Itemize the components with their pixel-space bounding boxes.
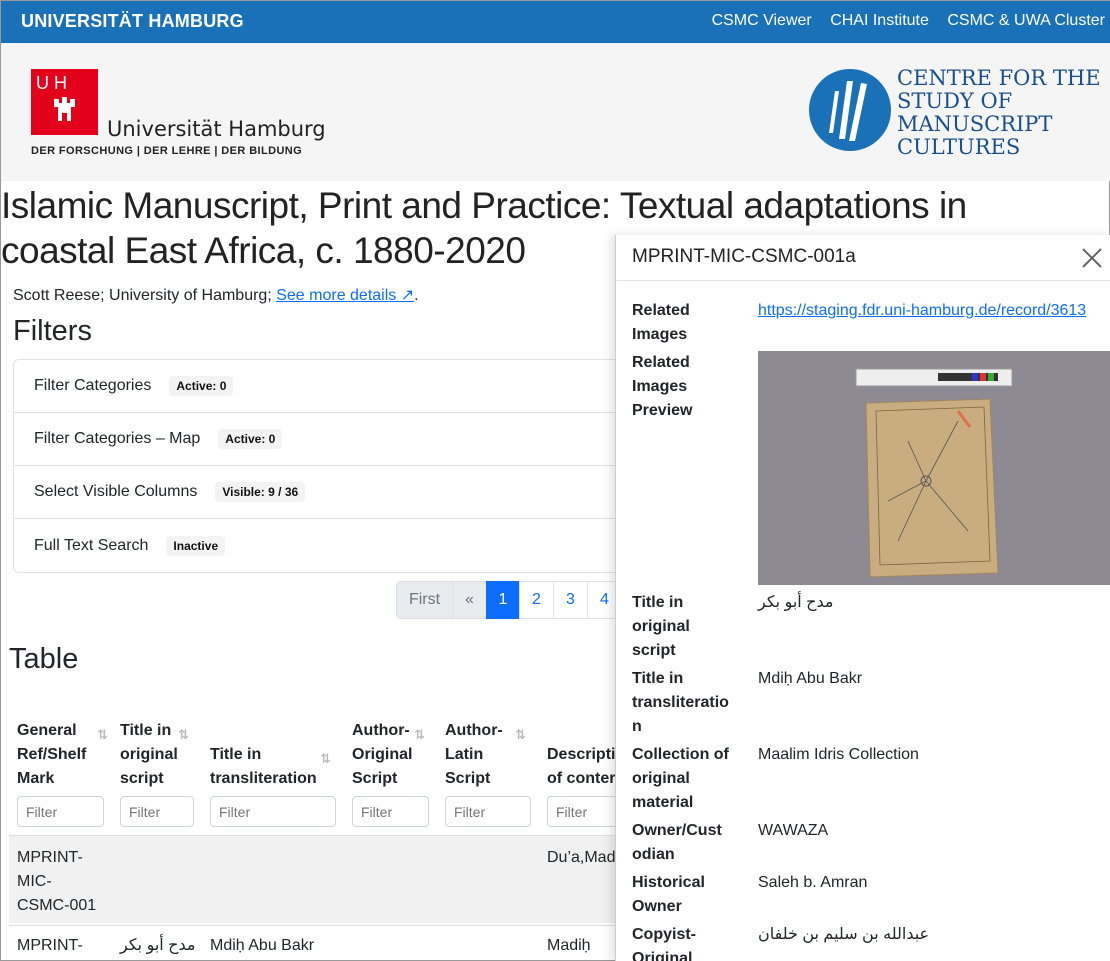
filter-input-author-latin[interactable] [445, 796, 531, 827]
filter-input-title-original[interactable] [120, 796, 194, 827]
status-badge: Active: 0 [169, 376, 234, 396]
manuscript-preview-image[interactable] [758, 351, 1110, 585]
field-label-related-images: Related Images [632, 302, 690, 343]
brand-link[interactable]: UNIVERSITÄT HAMBURG [21, 11, 244, 32]
nav-link-chai-institute[interactable]: CHAI Institute [830, 12, 929, 29]
page-first-button[interactable]: First [396, 581, 453, 619]
castle-icon [54, 97, 75, 121]
column-header-title-original[interactable]: Title in original script ⇅ [120, 719, 200, 791]
field-value-historical-owner: Saleh b. Amran [758, 874, 868, 891]
select-visible-columns-toggle[interactable]: Select Visible Columns Visible: 9 / 36 [14, 466, 632, 519]
page-1-button[interactable]: 1 [486, 581, 520, 619]
nav-link-csmc-uwa-cluster[interactable]: CSMC & UWA Cluster [947, 12, 1105, 29]
field-value-title-original: مدح أبو بكر [758, 594, 834, 611]
cell-ref: MPRINT- [17, 937, 83, 954]
field-value-title-transliteration: Mdiḥ Abu Bakr [758, 670, 863, 687]
cell-title-transliteration: Mdiḥ Abu Bakr [210, 937, 315, 954]
pagination: First « 1 2 3 4 [396, 581, 622, 619]
column-header-ref[interactable]: General Ref/Shelf Mark ⇅ [17, 719, 112, 791]
table-row[interactable]: MPRINT- MIC- CSMC-001 Du’a,Mad [9, 835, 629, 923]
field-label-title-transliteration: Title in transliteratio n [632, 670, 729, 735]
status-badge: Active: 0 [218, 429, 283, 449]
table-row[interactable]: MPRINT- مدح أبو بكر Mdiḥ Abu Bakr Madiḥ [9, 925, 629, 961]
status-badge: Visible: 9 / 36 [215, 482, 306, 502]
sort-icon[interactable]: ⇅ [515, 723, 526, 747]
filter-input-author-original[interactable] [352, 796, 429, 827]
field-value-collection: Maalim Idris Collection [758, 746, 919, 763]
filters-accordion: Filter Categories Active: 0 Filter Categ… [13, 359, 633, 573]
sort-icon[interactable]: ⇅ [178, 723, 189, 747]
csmc-wordmark: CENTRE FOR THE STUDY OF MANUSCRIPT CULTU… [897, 66, 1101, 159]
page-3-button[interactable]: 3 [553, 581, 588, 619]
filter-input-title-transliteration[interactable] [210, 796, 336, 827]
filter-input-ref[interactable] [17, 796, 104, 827]
field-label-historical-owner: Historical Owner [632, 874, 705, 915]
field-value-owner-custodian: WAWAZA [758, 822, 829, 839]
field-label-collection: Collection of original material [632, 746, 729, 811]
column-header-title-transliteration[interactable]: Title in transliteration ⇅ [210, 719, 340, 791]
uhh-tagline: DER FORSCHUNG | DER LEHRE | DER BILDUNG [31, 145, 303, 157]
field-label-copyist-original: Copyist- Original [632, 926, 696, 961]
status-badge: Inactive [166, 535, 226, 556]
cell-description: Madiḥ [547, 937, 591, 954]
uhh-logo-icon[interactable]: U H [31, 69, 98, 135]
full-text-search-toggle[interactable]: Full Text Search Inactive [14, 519, 632, 572]
related-images-link[interactable]: https://staging.fdr.uni-hamburg.de/recor… [758, 302, 1086, 319]
credits-line: Scott Reese; University of Hamburg; See … [13, 287, 419, 304]
page-2-button[interactable]: 2 [519, 581, 554, 619]
sort-icon[interactable]: ⇅ [97, 723, 108, 747]
logo-header: U H Universität Hamburg DER FORSCHUNG | … [1, 43, 1110, 181]
field-label-owner-custodian: Owner/Cust odian [632, 822, 722, 863]
field-value-related-images: https://staging.fdr.uni-hamburg.de/recor… [758, 299, 1086, 323]
table-heading: Table [9, 643, 79, 675]
close-icon[interactable] [1077, 243, 1107, 273]
cell-title-original: مدح أبو بكر [120, 937, 196, 954]
sort-icon[interactable]: ⇅ [414, 723, 425, 747]
filter-categories-toggle[interactable]: Filter Categories Active: 0 [14, 360, 632, 413]
panel-title: MPRINT-MIC-CSMC-001a [632, 246, 856, 267]
record-detail-panel: MPRINT-MIC-CSMC-001a Related Images http… [615, 235, 1110, 961]
top-navbar: UNIVERSITÄT HAMBURG CSMC Viewer CHAI Ins… [1, 1, 1110, 43]
filters-heading: Filters [13, 315, 92, 347]
csmc-quill-logo-icon[interactable] [809, 69, 891, 151]
sort-icon[interactable]: ⇅ [320, 747, 331, 771]
panel-header: MPRINT-MIC-CSMC-001a [616, 235, 1110, 281]
field-label-related-images-preview: Related Images Preview [632, 354, 693, 419]
uhh-wordmark: Universität Hamburg [107, 117, 326, 141]
field-value-copyist-original: عبدالله بن سليم بن خلفان [758, 926, 930, 943]
page-prev-button[interactable]: « [452, 581, 487, 619]
top-nav-links: CSMC Viewer CHAI Institute CSMC & UWA Cl… [698, 12, 1105, 30]
column-header-author-latin[interactable]: Author- Latin Script ⇅ [445, 719, 530, 791]
field-label-title-original: Title in original script [632, 594, 690, 659]
filter-categories-map-toggle[interactable]: Filter Categories – Map Active: 0 [14, 413, 632, 466]
cell-ref: MPRINT- MIC- CSMC-001 [17, 849, 97, 914]
column-header-author-original[interactable]: Author- Original Script ⇅ [352, 719, 437, 791]
nav-link-csmc-viewer[interactable]: CSMC Viewer [712, 12, 812, 29]
see-more-details-link[interactable]: See more details ↗ [276, 287, 414, 304]
